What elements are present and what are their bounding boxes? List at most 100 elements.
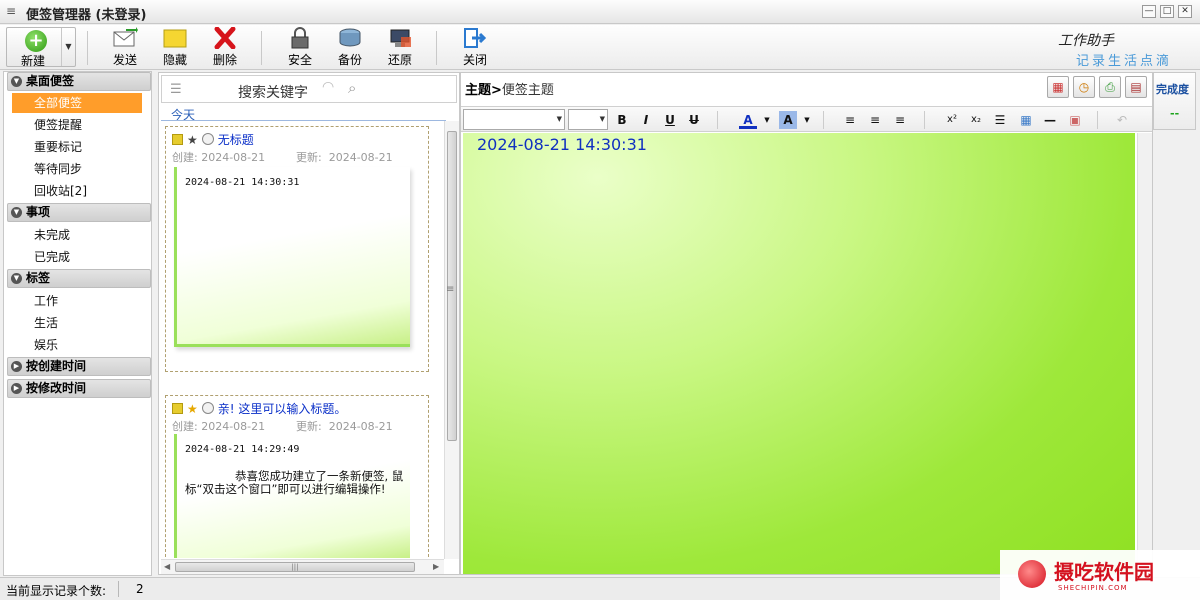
- strikethrough-icon[interactable]: U: [685, 111, 703, 129]
- sidebar-group-by-created[interactable]: ▶ 按创建时间: [7, 357, 151, 376]
- alarm-clock-icon[interactable]: ◷: [1073, 76, 1095, 98]
- chevron-down-icon: ▼: [599, 115, 605, 123]
- scroll-left-icon[interactable]: ◀: [164, 562, 170, 571]
- sticky-note-icon: [163, 29, 187, 48]
- note-preview[interactable]: 2024-08-21 14:29:49 恭喜您成功建立了一条新便签, 鼠标“双击…: [174, 434, 410, 558]
- backup-button[interactable]: 备份: [329, 27, 371, 67]
- toolbar-divider: [924, 111, 925, 129]
- superscript-icon[interactable]: x²: [943, 111, 961, 129]
- highlight-color-icon[interactable]: A: [779, 111, 797, 129]
- note-content-area[interactable]: 2024-08-21 14:30:31: [463, 133, 1135, 574]
- list-item[interactable]: ★ 亲! 这里可以输入标题。 创建: 2024-08-21 更新: 2024-08…: [165, 395, 429, 558]
- sidebar-item-work[interactable]: 工作: [12, 291, 142, 311]
- subject-input[interactable]: 便签主题: [502, 83, 554, 98]
- minimize-button[interactable]: —: [1142, 5, 1156, 18]
- maximize-button[interactable]: □: [1160, 5, 1174, 18]
- exit-door-icon: [464, 28, 487, 48]
- scroll-right-icon[interactable]: ▶: [433, 562, 439, 571]
- record-count-label: 当前显示记录个数:: [6, 584, 107, 598]
- star-icon[interactable]: ★: [187, 133, 198, 147]
- panel-splitter-handle[interactable]: ≡: [446, 284, 454, 295]
- brand-slogan-1: 工作助手: [1058, 33, 1114, 49]
- new-button[interactable]: + 新建 ▼: [6, 27, 76, 68]
- sidebar-group-desktop-notes[interactable]: ▼ 桌面便签: [7, 72, 151, 91]
- search-icon[interactable]: ⌕: [348, 79, 356, 97]
- completion-panel[interactable]: 完成度 --: [1153, 72, 1196, 130]
- send-button[interactable]: 发送: [104, 27, 146, 67]
- list-item[interactable]: ★ 无标题 创建: 2024-08-21 更新: 2024-08-21 2024-…: [165, 126, 429, 372]
- expand-icon: ▶: [11, 361, 22, 372]
- restore-button[interactable]: 还原: [379, 27, 421, 67]
- system-menu-icon[interactable]: ≡: [6, 4, 20, 18]
- list-horizontal-scrollbar[interactable]: ◀ ||| ▶: [161, 559, 444, 574]
- search-input[interactable]: 搜索关键字: [238, 82, 308, 102]
- editor-vertical-scrollbar[interactable]: [1137, 133, 1152, 574]
- envelope-arrow-icon: [113, 27, 138, 47]
- delete-button[interactable]: 删除: [204, 27, 246, 67]
- sidebar-item-incomplete[interactable]: 未完成: [12, 225, 142, 245]
- sidebar-item-life[interactable]: 生活: [12, 313, 142, 333]
- italic-icon[interactable]: I: [637, 111, 655, 129]
- horizontal-rule-icon[interactable]: —: [1041, 111, 1059, 129]
- note-header: ★ 无标题: [172, 131, 254, 147]
- font-color-icon[interactable]: A: [739, 111, 757, 129]
- note-color-icon[interactable]: [172, 403, 183, 414]
- chevron-down-icon[interactable]: ▼: [798, 111, 816, 129]
- collapse-icon: ▼: [11, 76, 22, 87]
- sidebar-item-important[interactable]: 重要标记: [12, 137, 142, 157]
- bold-icon[interactable]: B: [613, 111, 631, 129]
- table-icon[interactable]: ▦: [1017, 111, 1035, 129]
- align-center-icon[interactable]: ≡: [866, 111, 884, 129]
- note-color-icon[interactable]: [172, 134, 183, 145]
- security-button[interactable]: 安全: [279, 27, 321, 67]
- list-icon[interactable]: ☰: [170, 82, 182, 97]
- note-editor: 主题>便签主题 ▦ ◷ ⎙ ▤ ▼ ▼ B I U U A ▼ A ▼ ≡ ≡ …: [460, 72, 1153, 575]
- align-left-icon[interactable]: ≡: [841, 111, 859, 129]
- sidebar-item-all-notes[interactable]: 全部便签: [12, 93, 142, 113]
- plus-icon: +: [25, 30, 47, 52]
- search-box[interactable]: ☰ 搜索关键字 ◠ ⌕: [161, 75, 457, 103]
- delete-x-icon: [214, 27, 236, 49]
- close-window-button[interactable]: ✕: [1178, 5, 1192, 18]
- list-vertical-scrollbar[interactable]: [444, 121, 459, 559]
- calendar-icon[interactable]: ▤: [1125, 76, 1147, 98]
- font-size-select[interactable]: ▼: [568, 109, 608, 130]
- sidebar: ▼ 桌面便签 全部便签 便签提醒 重要标记 等待同步 回收站[2] ▼ 事项 未…: [3, 71, 152, 576]
- subject-label: 主题: [465, 83, 492, 98]
- scrollbar-thumb[interactable]: |||: [175, 562, 415, 572]
- sidebar-item-completed[interactable]: 已完成: [12, 247, 142, 267]
- expand-icon: ▶: [11, 383, 22, 394]
- note-meta: 创建: 2024-08-21 更新: 2024-08-21: [172, 418, 393, 434]
- sidebar-item-recycle-bin[interactable]: 回收站[2]: [12, 181, 142, 201]
- close-button[interactable]: 关闭: [454, 27, 496, 67]
- note-title[interactable]: 无标题: [218, 133, 254, 147]
- clock-icon[interactable]: [201, 133, 214, 145]
- sidebar-item-entertainment[interactable]: 娱乐: [12, 335, 142, 355]
- watermark: 摄吃软件园 SHECHIPIN.COM: [1000, 550, 1200, 600]
- bullet-list-icon[interactable]: ☰: [991, 111, 1009, 129]
- note-preview[interactable]: 2024-08-21 14:30:31: [174, 167, 410, 347]
- group-label: 按创建时间: [26, 359, 87, 373]
- sidebar-item-pending-sync[interactable]: 等待同步: [12, 159, 142, 179]
- undo-icon[interactable]: ↶: [1113, 111, 1131, 129]
- sidebar-group-tasks[interactable]: ▼ 事项: [7, 203, 151, 222]
- color-palette-icon[interactable]: ▦: [1047, 76, 1069, 98]
- sidebar-group-tags[interactable]: ▼ 标签: [7, 269, 151, 288]
- font-family-select[interactable]: ▼: [463, 109, 565, 130]
- clock-icon[interactable]: [201, 402, 214, 414]
- print-icon[interactable]: ⎙: [1099, 76, 1121, 98]
- collapse-icon: ▼: [11, 207, 22, 218]
- hide-button[interactable]: 隐藏: [154, 27, 196, 67]
- underline-icon[interactable]: U: [661, 111, 679, 129]
- note-title[interactable]: 亲! 这里可以输入标题。: [218, 402, 347, 416]
- sidebar-item-reminders[interactable]: 便签提醒: [12, 115, 142, 135]
- watermark-text: 摄吃软件园: [1054, 560, 1154, 584]
- chevron-down-icon[interactable]: ▼: [758, 111, 776, 129]
- sidebar-group-by-modified[interactable]: ▶ 按修改时间: [7, 379, 151, 398]
- insert-image-icon[interactable]: ▣: [1066, 111, 1084, 129]
- align-right-icon[interactable]: ≡: [891, 111, 909, 129]
- subscript-icon[interactable]: x₂: [967, 111, 985, 129]
- new-dropdown-arrow[interactable]: ▼: [61, 28, 75, 66]
- restore-label: 还原: [387, 53, 412, 67]
- star-icon[interactable]: ★: [187, 402, 198, 416]
